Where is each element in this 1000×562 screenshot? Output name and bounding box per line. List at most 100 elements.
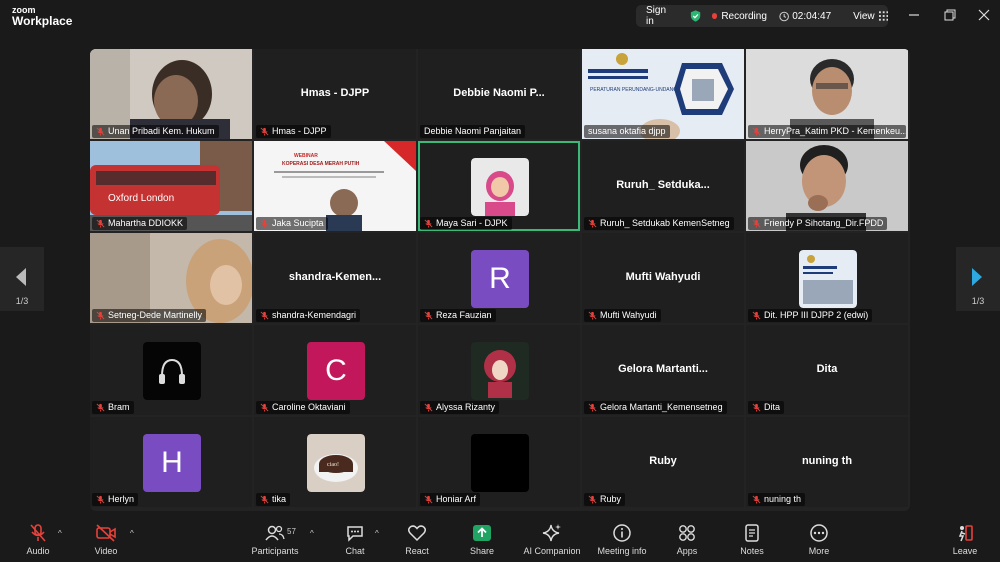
- participant-display-name: Dita: [816, 363, 838, 375]
- participant-tile[interactable]: Honiar Arf: [418, 417, 580, 507]
- participant-avatar: H: [143, 434, 201, 492]
- participant-tile[interactable]: Dit. HPP III DJPP 2 (edwi): [746, 233, 908, 323]
- cake-writing: ciao!: [327, 462, 339, 468]
- participant-name: Alyssa Rizanty: [420, 401, 500, 414]
- share-button[interactable]: Share: [447, 523, 517, 556]
- participant-name: Unan Pribadi Kem. Hukum: [92, 125, 219, 138]
- participant-tile[interactable]: H Herlyn: [90, 417, 252, 507]
- participant-tile[interactable]: Friendy P Sihotang_Dir.FPDD: [746, 141, 908, 231]
- ai-companion-button[interactable]: AI Companion: [517, 523, 587, 556]
- muted-mic-icon: [752, 311, 761, 320]
- audio-options-caret[interactable]: ^: [58, 529, 62, 538]
- shield-icon[interactable]: [689, 9, 702, 23]
- participant-tile[interactable]: Alyssa Rizanty: [418, 325, 580, 415]
- apps-button[interactable]: Apps: [652, 523, 722, 556]
- participant-tile[interactable]: nuning th nuning th: [746, 417, 908, 507]
- participant-name: Caroline Oktaviani: [256, 401, 350, 414]
- participant-tile[interactable]: Debbie Naomi P... Debbie Naomi Panjaitan: [418, 49, 580, 139]
- participant-tile[interactable]: Hmas - DJPP Hmas - DJPP: [254, 49, 416, 139]
- participant-tile[interactable]: HerryPra_Katim PKD - Kemenkeu...: [746, 49, 908, 139]
- recording-label[interactable]: Recording: [721, 11, 767, 22]
- participant-tile[interactable]: Ruby Ruby: [582, 417, 744, 507]
- video-options-caret[interactable]: ^: [130, 529, 134, 538]
- participants-icon: [265, 525, 285, 541]
- restore-icon[interactable]: [942, 8, 958, 22]
- participants-options-caret[interactable]: ^: [310, 529, 314, 538]
- next-page-button[interactable]: 1/3: [956, 247, 1000, 311]
- meeting-info-button[interactable]: Meeting info: [587, 523, 657, 556]
- video-button[interactable]: Video: [71, 523, 141, 556]
- grid-view-icon[interactable]: [878, 11, 888, 21]
- leave-button[interactable]: Leave: [930, 523, 1000, 556]
- participant-tile[interactable]: Mufti Wahyudi Mufti Wahyudi: [582, 233, 744, 323]
- recording-dot-icon: [711, 13, 718, 19]
- muted-mic-icon: [30, 524, 46, 542]
- info-icon: [613, 524, 631, 542]
- participant-avatar: [471, 158, 529, 216]
- participant-tile[interactable]: C Caroline Oktaviani: [254, 325, 416, 415]
- muted-mic-icon: [260, 403, 269, 412]
- participant-tile[interactable]: ciao! tika: [254, 417, 416, 507]
- active-speaker-tile[interactable]: Maya Sari - DJPK: [418, 141, 580, 231]
- top-bar: zoom Workplace Sign in Recording 02:04:4…: [0, 0, 1000, 32]
- participant-tile[interactable]: Setneg-Dede Martinelly: [90, 233, 252, 323]
- participant-avatar: [471, 342, 529, 400]
- previous-page-button[interactable]: 1/3: [0, 247, 44, 311]
- participants-button[interactable]: Participants: [240, 523, 310, 556]
- participant-display-name: Hmas - DJPP: [300, 87, 370, 99]
- chat-button[interactable]: Chat: [320, 523, 390, 556]
- chat-options-caret[interactable]: ^: [375, 529, 379, 538]
- participant-name: susana oktafia djpp: [584, 125, 670, 138]
- participant-name: Mahartha DDIOKK: [92, 217, 188, 230]
- more-icon: [810, 524, 828, 542]
- participant-tile[interactable]: Unan Pribadi Kem. Hukum: [90, 49, 252, 139]
- muted-mic-icon: [424, 219, 433, 228]
- participant-tile[interactable]: Ruruh_ Setduka... Ruruh_ Setdukab KemenS…: [582, 141, 744, 231]
- close-icon[interactable]: [976, 8, 992, 22]
- participant-tile[interactable]: Oxford London Mahartha DDIOKK: [90, 141, 252, 231]
- participant-name: Honiar Arf: [420, 493, 481, 506]
- video-gallery: Unan Pribadi Kem. Hukum Hmas - DJPP Hmas…: [90, 49, 910, 511]
- page-indicator: 1/3: [15, 296, 29, 306]
- muted-mic-icon: [260, 219, 269, 228]
- participant-name: Dita: [748, 401, 785, 414]
- participant-tile[interactable]: R Reza Fauzian: [418, 233, 580, 323]
- participant-name: shandra-Kemendagri: [256, 309, 361, 322]
- muted-mic-icon: [96, 311, 105, 320]
- participant-display-name: shandra-Kemen...: [288, 271, 382, 283]
- muted-mic-icon: [588, 311, 597, 320]
- participant-name: Dit. HPP III DJPP 2 (edwi): [748, 309, 873, 322]
- minimize-icon[interactable]: [906, 8, 922, 22]
- participant-avatar: [471, 434, 529, 492]
- sign-in-link[interactable]: Sign in: [646, 5, 675, 27]
- participant-tile[interactable]: WEBINAR KOPERASI DESA MERAH PUTIH Jaka S…: [254, 141, 416, 231]
- participant-name: Debbie Naomi Panjaitan: [420, 125, 526, 138]
- chevron-right-icon: [972, 268, 982, 286]
- muted-mic-icon: [424, 495, 433, 504]
- muted-mic-icon: [752, 219, 761, 228]
- participant-tile[interactable]: Bram: [90, 325, 252, 415]
- muted-mic-icon: [96, 403, 105, 412]
- muted-mic-icon: [588, 495, 597, 504]
- notes-button[interactable]: Notes: [717, 523, 787, 556]
- muted-mic-icon: [752, 127, 761, 136]
- participant-avatar: R: [471, 250, 529, 308]
- more-button[interactable]: More: [784, 523, 854, 556]
- meeting-timer: 02:04:47: [792, 10, 832, 22]
- participant-tile[interactable]: PERATURAN PERUNDANG-UNDANGAN susana okta…: [582, 49, 744, 139]
- view-button[interactable]: View: [853, 11, 875, 22]
- participant-name: Maya Sari - DJPK: [420, 217, 512, 230]
- sparkle-icon: [542, 524, 561, 542]
- muted-mic-icon: [260, 311, 269, 320]
- participant-tile[interactable]: Gelora Martanti... Gelora Martanti_Kemen…: [582, 325, 744, 415]
- participant-display-name: nuning th: [801, 455, 853, 467]
- webinar-subtitle: KOPERASI DESA MERAH PUTIH: [282, 161, 360, 167]
- react-button[interactable]: React: [382, 523, 452, 556]
- muted-mic-icon: [260, 127, 269, 136]
- webinar-label: WEBINAR: [294, 153, 318, 159]
- participant-tile[interactable]: shandra-Kemen... shandra-Kemendagri: [254, 233, 416, 323]
- audio-button[interactable]: Audio: [3, 523, 73, 556]
- participant-name: Friendy P Sihotang_Dir.FPDD: [748, 217, 888, 230]
- meeting-toolbar: Audio ^ Video ^ Participants 57 ^ Chat ^…: [0, 519, 1000, 562]
- participant-tile[interactable]: Dita Dita: [746, 325, 908, 415]
